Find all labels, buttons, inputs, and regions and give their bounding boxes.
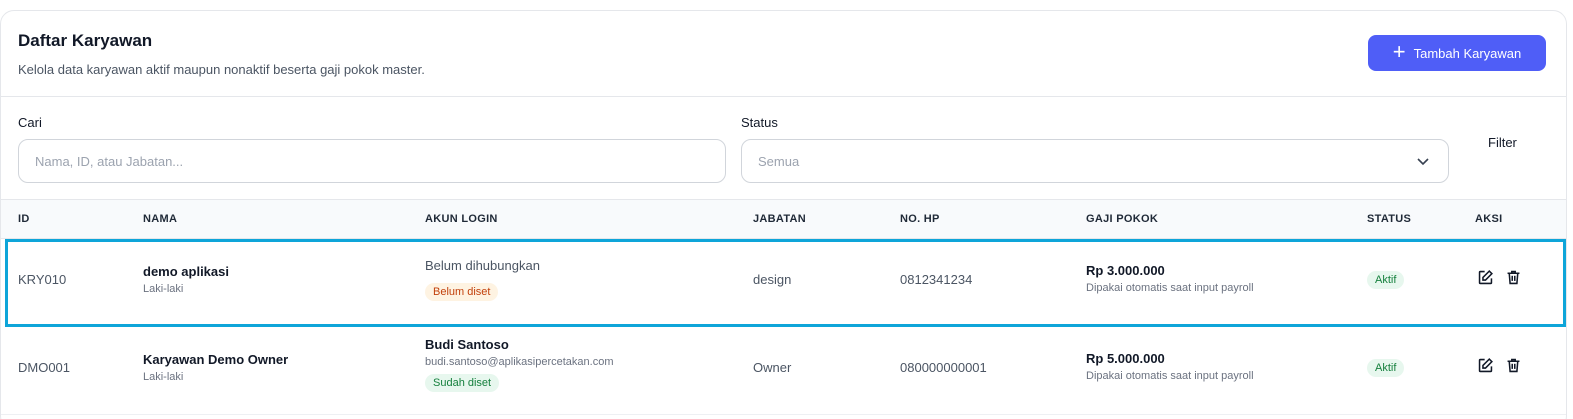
plus-icon: +: [1392, 39, 1406, 64]
employee-phone: 0812341234: [900, 272, 973, 287]
column-header-status: STATUS: [1367, 213, 1412, 225]
add-employee-button[interactable]: + Tambah Karyawan: [1368, 35, 1546, 71]
edit-button[interactable]: [1475, 269, 1495, 289]
card-header: Daftar Karyawan Kelola data karyawan akt…: [1, 11, 1566, 97]
employee-id: DMO001: [18, 360, 71, 375]
employee-position: Owner: [753, 360, 792, 375]
edit-icon: [1478, 358, 1493, 373]
employee-gender: Laki-laki: [143, 283, 184, 295]
employee-name: Karyawan Demo Owner: [143, 352, 289, 367]
status-badge: Aktif: [1367, 359, 1405, 377]
employee-salary: Rp 3.000.000: [1086, 263, 1165, 278]
employee-phone: 080000000001: [900, 360, 987, 375]
status-badge: Aktif: [1367, 271, 1405, 289]
employee-table: ID NAMA AKUN LOGIN JABATAN NO. HP GAJI P…: [1, 199, 1566, 415]
page-subtitle: Kelola data karyawan aktif maupun nonakt…: [18, 62, 425, 77]
employee-position: design: [753, 272, 792, 287]
login-account: Budi Santoso: [425, 337, 509, 352]
trash-icon: [1507, 270, 1519, 285]
salary-note: Dipakai otomatis saat input payroll: [1086, 370, 1254, 382]
login-status-badge: Sudah diset: [425, 374, 500, 392]
chevron-down-icon: [1417, 158, 1429, 166]
column-header-login: AKUN LOGIN: [425, 213, 498, 225]
filter-button[interactable]: Filter: [1488, 135, 1517, 150]
trash-icon: [1507, 358, 1519, 373]
column-header-position: JABATAN: [753, 213, 807, 225]
employee-name: demo aplikasi: [143, 264, 229, 279]
add-employee-label: Tambah Karyawan: [1413, 45, 1522, 61]
login-email: budi.santoso@aplikasipercetakan.com: [425, 356, 614, 368]
column-header-actions: AKSI: [1475, 213, 1503, 225]
delete-button[interactable]: [1503, 269, 1523, 289]
search-input[interactable]: [18, 139, 726, 183]
login-account: Belum dihubungkan: [425, 258, 540, 273]
login-badge-label: Sudah diset: [425, 374, 500, 392]
column-header-phone: NO. HP: [900, 213, 940, 225]
table-row[interactable]: KRY010 demo aplikasi Laki-laki Belum dih…: [5, 239, 1566, 327]
employee-salary: Rp 5.000.000: [1086, 351, 1165, 366]
employee-gender: Laki-laki: [143, 371, 184, 383]
column-header-name: NAMA: [143, 213, 178, 225]
delete-button[interactable]: [1503, 357, 1523, 377]
page-title: Daftar Karyawan: [18, 31, 153, 50]
login-badge-label: Belum diset: [425, 283, 499, 301]
table-row[interactable]: DMO001 Karyawan Demo Owner Laki-laki Bud…: [1, 327, 1566, 415]
column-header-id: ID: [18, 213, 30, 225]
status-badge-label: Aktif: [1367, 271, 1405, 289]
login-status-badge: Belum diset: [425, 283, 499, 301]
employee-card: Daftar Karyawan Kelola data karyawan akt…: [0, 10, 1567, 419]
edit-icon: [1478, 270, 1493, 285]
employee-id: KRY010: [18, 272, 67, 287]
status-badge-label: Aktif: [1367, 359, 1405, 377]
status-select[interactable]: Semua: [741, 139, 1449, 183]
status-label: Status: [741, 115, 778, 130]
column-header-salary: GAJI POKOK: [1086, 213, 1159, 225]
salary-note: Dipakai otomatis saat input payroll: [1086, 282, 1254, 294]
filter-bar: Cari Status Semua Filter: [1, 97, 1566, 199]
status-select-value: Semua: [758, 153, 800, 169]
edit-button[interactable]: [1475, 357, 1495, 377]
table-header: ID NAMA AKUN LOGIN JABATAN NO. HP GAJI P…: [1, 199, 1566, 239]
search-label: Cari: [18, 115, 42, 130]
